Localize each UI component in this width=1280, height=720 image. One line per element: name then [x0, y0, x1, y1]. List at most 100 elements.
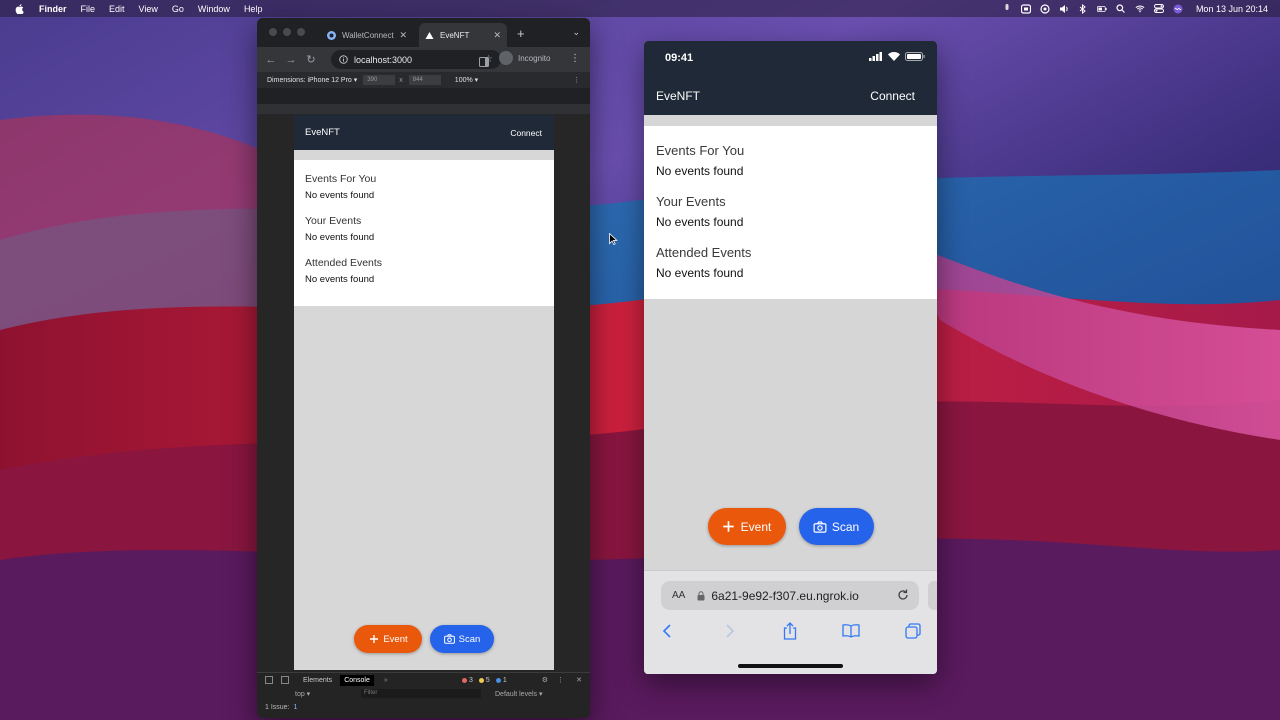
microphone-icon[interactable]: [1002, 4, 1012, 14]
back-chevron-icon[interactable]: [658, 622, 676, 640]
devtools-close-icon[interactable]: ✕: [576, 676, 582, 684]
zoom-window-button[interactable]: [297, 28, 305, 36]
reload-icon[interactable]: ↻: [305, 54, 317, 66]
events-for-you-section: Events For You No events found: [656, 143, 925, 178]
lock-icon: [697, 590, 706, 601]
status-time: 09:41: [665, 52, 694, 64]
inspect-element-icon[interactable]: [265, 676, 273, 684]
page-settings-button[interactable]: AA: [672, 590, 685, 601]
chrome-tab-strip: WalletConnect ✕ EveNFT ✕ + ⌄: [257, 18, 590, 47]
context-select[interactable]: top ▾: [295, 690, 310, 698]
menu-edit[interactable]: Edit: [109, 4, 125, 14]
address-url[interactable]: localhost:3000: [354, 55, 412, 65]
empty-state-text: No events found: [305, 274, 375, 285]
screen-record-icon[interactable]: [1020, 3, 1031, 14]
bookmarks-icon[interactable]: [842, 622, 860, 640]
scan-button[interactable]: Scan: [430, 625, 494, 653]
connect-button[interactable]: Connect: [510, 128, 542, 138]
safari-address-bar[interactable]: AA 6a21-9e92-f307.eu.ngrok.io: [661, 581, 919, 610]
menu-help[interactable]: Help: [244, 4, 263, 14]
error-count: 3: [462, 677, 473, 684]
viewport-width-input[interactable]: 390: [363, 75, 396, 85]
siri-icon[interactable]: [1173, 4, 1183, 14]
side-panel-icon[interactable]: [479, 54, 489, 67]
incognito-indicator[interactable]: Incognito: [499, 51, 550, 65]
mac-menu-bar: Finder File Edit View Go Window Help Mon…: [0, 0, 1280, 17]
menu-view[interactable]: View: [139, 4, 158, 14]
close-window-button[interactable]: [269, 28, 277, 36]
ios-status-bar: 09:41: [644, 41, 937, 76]
minimize-window-button[interactable]: [283, 28, 291, 36]
log-levels-select[interactable]: Default levels ▾: [495, 690, 542, 698]
home-indicator[interactable]: [738, 664, 843, 668]
zoom-select[interactable]: 100% ▾: [455, 76, 478, 84]
apple-icon[interactable]: [12, 2, 26, 16]
menu-app-finder[interactable]: Finder: [39, 4, 67, 14]
walletconnect-favicon-icon: [327, 30, 336, 40]
empty-state-text: No events found: [656, 266, 744, 280]
address-bar[interactable]: localhost:3000 ☆: [331, 50, 501, 69]
devtools-settings-icon[interactable]: ⚙: [542, 676, 548, 684]
attended-events-section: Attended Events No events found: [305, 257, 543, 285]
close-tab-icon[interactable]: ✕: [399, 30, 407, 41]
battery-icon[interactable]: [1096, 4, 1107, 14]
menu-go[interactable]: Go: [172, 4, 184, 14]
device-toggle-icon[interactable]: [281, 676, 289, 684]
forward-arrow-icon[interactable]: →: [285, 54, 297, 66]
menu-window[interactable]: Window: [198, 4, 230, 14]
new-tab-button[interactable]: +: [517, 26, 525, 41]
back-arrow-icon[interactable]: ←: [265, 54, 277, 66]
console-counts[interactable]: 3 5 1: [462, 677, 507, 684]
share-icon[interactable]: [781, 622, 799, 640]
viewport-height-input[interactable]: 844: [408, 75, 441, 85]
add-event-button[interactable]: Event: [707, 508, 786, 545]
target-icon[interactable]: [1040, 3, 1050, 14]
your-events-section: Your Events No events found: [305, 215, 543, 243]
more-tabs-icon[interactable]: »: [384, 677, 388, 684]
menubar-clock[interactable]: Mon 13 Jun 20:14: [1196, 4, 1268, 14]
device-toolbar-menu-icon[interactable]: ⋮: [573, 76, 580, 84]
tabs-icon[interactable]: [904, 622, 922, 640]
cellular-signal-icon: [869, 52, 883, 64]
add-event-button[interactable]: Event: [354, 625, 422, 653]
volume-icon[interactable]: [1059, 4, 1069, 14]
tab-console[interactable]: Console: [340, 674, 374, 686]
window-controls: [269, 28, 305, 36]
next-tab-peek[interactable]: [928, 581, 937, 610]
wifi-icon[interactable]: [1135, 4, 1145, 14]
info-count: 1: [495, 677, 507, 684]
chrome-menu-icon[interactable]: ⋮: [570, 53, 580, 64]
scan-button[interactable]: Scan: [798, 508, 874, 545]
tab-elements[interactable]: Elements: [303, 677, 332, 684]
info-icon[interactable]: [339, 55, 348, 64]
devtools-menu-icon[interactable]: ⋮: [557, 676, 564, 684]
reload-icon[interactable]: [896, 588, 910, 602]
tab-evenft[interactable]: EveNFT ✕: [419, 23, 507, 47]
device-toolbar: Dimensions: iPhone 12 Pro ▾ 390 x 844 10…: [257, 72, 590, 88]
your-events-section: Your Events No events found: [656, 194, 925, 229]
action-buttons: Event Scan: [644, 508, 937, 545]
safari-url[interactable]: 6a21-9e92-f307.eu.ngrok.io: [711, 589, 858, 603]
incognito-icon: [499, 51, 513, 65]
close-tab-icon[interactable]: ✕: [493, 30, 501, 41]
emulated-device-viewport: EveNFT Connect Events For You No events …: [294, 115, 554, 670]
bluetooth-icon[interactable]: [1078, 3, 1088, 14]
attended-events-section: Attended Events No events found: [656, 245, 925, 280]
connect-button[interactable]: Connect: [870, 89, 915, 103]
device-select[interactable]: Dimensions: iPhone 12 Pro ▾: [267, 76, 357, 84]
tab-walletconnect[interactable]: WalletConnect ✕: [321, 23, 413, 47]
issues-bar[interactable]: 1 Issue: 1: [257, 700, 590, 714]
forward-chevron-icon[interactable]: [721, 622, 739, 640]
control-center-icon[interactable]: [1153, 4, 1164, 14]
info-icon: [495, 677, 501, 683]
tab-search-icon[interactable]: ⌄: [572, 27, 580, 38]
console-filter-input[interactable]: Filter: [361, 689, 481, 698]
search-icon[interactable]: [1116, 4, 1126, 14]
app-brand[interactable]: EveNFT: [305, 127, 340, 138]
empty-state-text: No events found: [656, 164, 744, 178]
chrome-toolbar: ← → ↻ localhost:3000 ☆ Incognito ⋮: [257, 47, 590, 72]
app-brand[interactable]: EveNFT: [656, 89, 700, 103]
media-query-ruler: [257, 104, 590, 114]
plus-icon: [722, 520, 736, 534]
menu-file[interactable]: File: [81, 4, 96, 14]
